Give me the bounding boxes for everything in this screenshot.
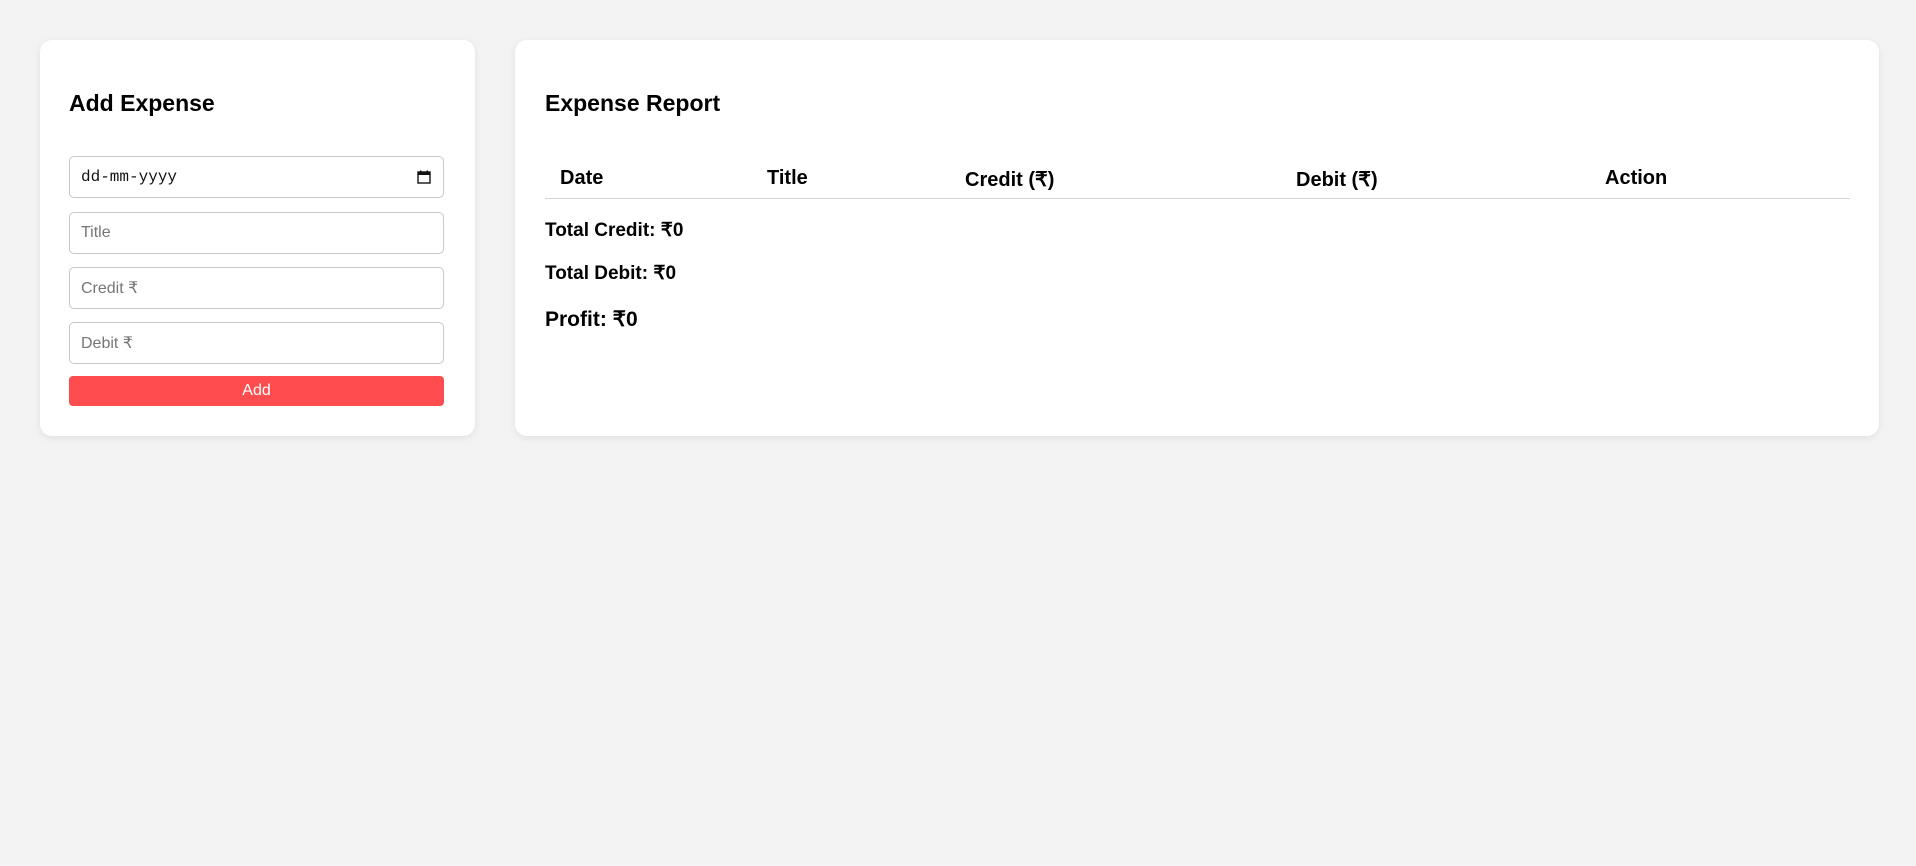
column-header-action: Action xyxy=(1605,167,1668,189)
profit: Profit: ₹0 xyxy=(545,308,638,331)
column-header-title: Title xyxy=(767,167,808,189)
title-placeholder: Title xyxy=(81,224,111,241)
date-input[interactable]: dd-mm-yyyy xyxy=(69,156,444,198)
add-expense-card: Add Expense dd-mm-yyyy Title Credit ₹ De… xyxy=(40,40,475,436)
expense-report-heading: Expense Report xyxy=(545,90,721,116)
debit-placeholder: Debit ₹ xyxy=(81,335,133,352)
report-table-header: Date Title Credit (₹) Debit (₹) Action xyxy=(545,155,1850,199)
column-header-date: Date xyxy=(560,167,604,189)
credit-input[interactable]: Credit ₹ xyxy=(69,267,444,309)
add-button[interactable]: Add xyxy=(69,376,444,406)
add-expense-heading: Add Expense xyxy=(69,90,215,116)
column-header-debit: Debit (₹) xyxy=(1296,169,1378,191)
expense-report-card: Expense Report Date Title Credit (₹) Deb… xyxy=(515,40,1879,436)
title-input[interactable]: Title xyxy=(69,212,444,254)
expense-app: Add Expense dd-mm-yyyy Title Credit ₹ De… xyxy=(0,0,1916,866)
column-header-credit: Credit (₹) xyxy=(965,169,1055,191)
debit-input[interactable]: Debit ₹ xyxy=(69,322,444,364)
total-debit: Total Debit: ₹0 xyxy=(545,263,677,284)
calendar-icon[interactable] xyxy=(417,170,431,184)
total-credit: Total Credit: ₹0 xyxy=(545,220,684,241)
credit-placeholder: Credit ₹ xyxy=(81,280,139,297)
date-placeholder: dd-mm-yyyy xyxy=(81,168,178,186)
